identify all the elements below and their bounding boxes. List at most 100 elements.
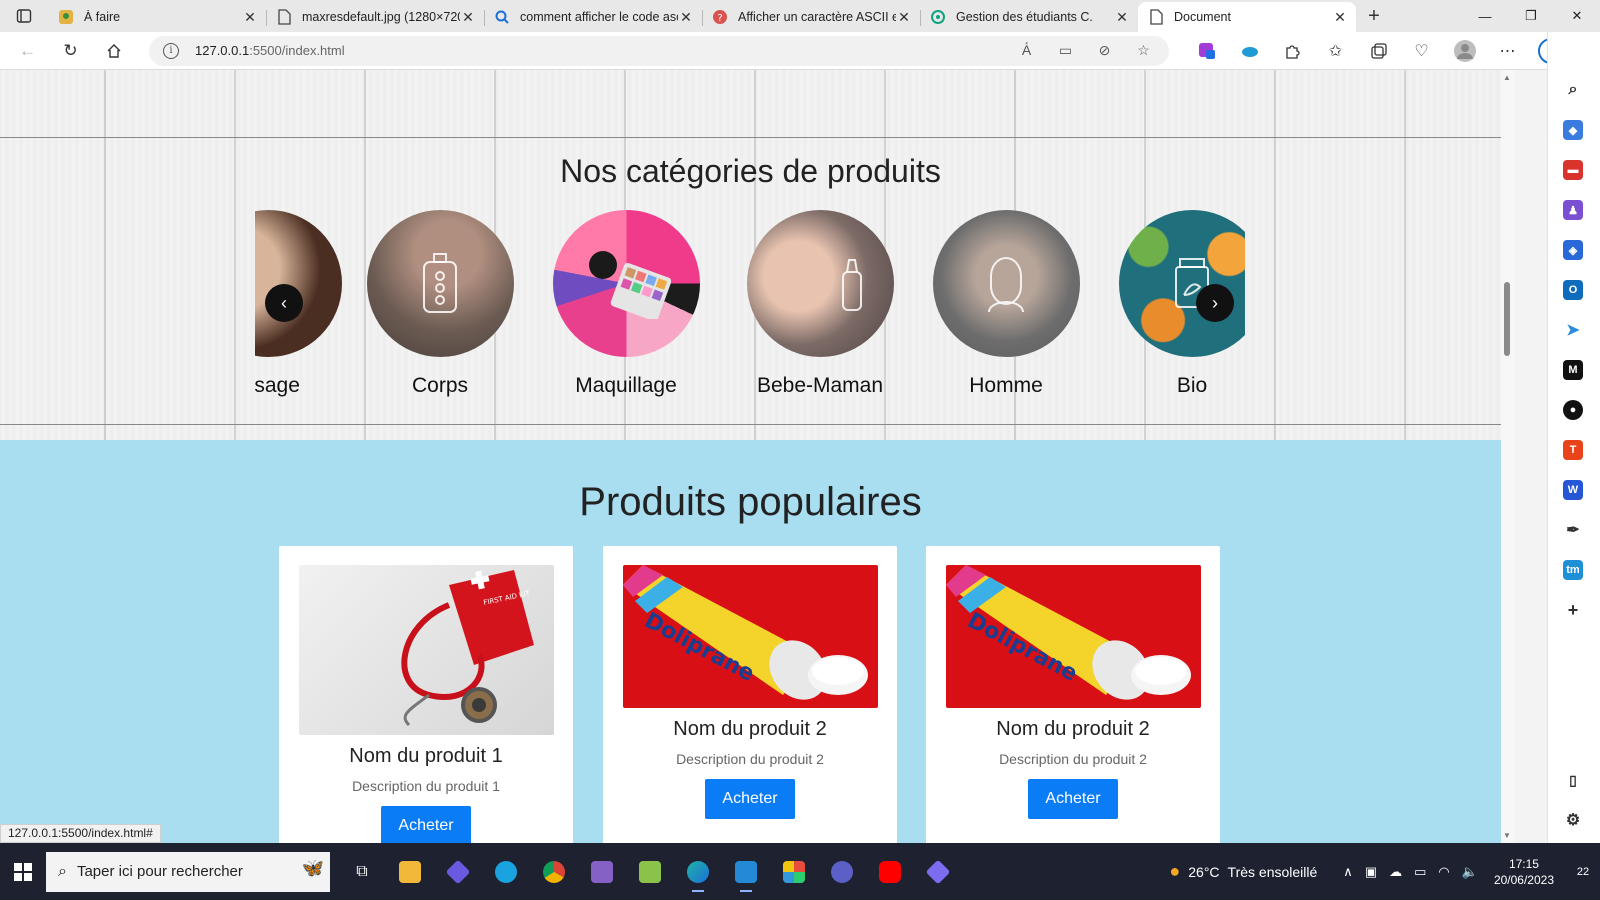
home-icon[interactable] — [92, 35, 135, 67]
edge-icon[interactable] — [674, 850, 722, 894]
category-corps[interactable]: Corps — [347, 210, 533, 398]
app-icon-6[interactable] — [914, 850, 962, 894]
search-icon[interactable]: ⌕ — [1563, 80, 1583, 100]
categories-carousel: Visage Corps Maquillage Bebe-Maman — [255, 206, 1245, 406]
tools-briefcase-icon[interactable]: ▬ — [1563, 160, 1583, 180]
medium-icon[interactable]: M — [1563, 360, 1583, 380]
category-homme[interactable]: Homme — [913, 210, 1099, 398]
site-info-icon[interactable]: i — [163, 42, 179, 59]
minimize-icon[interactable]: — — [1462, 0, 1508, 32]
send-icon[interactable]: ➤ — [1563, 320, 1583, 340]
start-button[interactable] — [0, 852, 46, 892]
onedrive-icon[interactable]: ☁ — [1389, 864, 1402, 880]
battery-icon[interactable]: ▭ — [1414, 864, 1426, 880]
page-icon — [1148, 9, 1164, 25]
buy-button[interactable]: Acheter — [705, 779, 795, 819]
w-app-icon[interactable]: W — [1563, 480, 1583, 500]
tab-image[interactable]: maxresdefault.jpg (1280×720) ✕ — [266, 2, 484, 32]
carousel-prev-button[interactable]: ‹ — [265, 284, 303, 322]
back-icon[interactable]: ← — [6, 35, 49, 67]
close-tab-icon[interactable]: ✕ — [460, 9, 476, 26]
github-icon[interactable]: ● — [1563, 400, 1583, 420]
extension-cloud-icon[interactable] — [1228, 35, 1271, 67]
extension-copilot-icon[interactable] — [1185, 35, 1228, 67]
address-url[interactable]: 127.0.0.1:5500/index.html — [195, 43, 345, 58]
task-view-icon[interactable]: ⧉ — [338, 850, 386, 894]
add-icon[interactable]: + — [1563, 600, 1583, 620]
maximize-icon[interactable]: ❐ — [1508, 0, 1554, 32]
product-name: Nom du produit 2 — [673, 718, 827, 740]
close-tab-icon[interactable]: ✕ — [678, 9, 694, 26]
wifi-icon[interactable]: ◠ — [1438, 864, 1449, 880]
close-window-icon[interactable]: ✕ — [1554, 0, 1600, 32]
microsoft365-icon[interactable]: ◈ — [1563, 240, 1583, 260]
scrollbar-thumb[interactable] — [1504, 282, 1510, 356]
svg-text:?: ? — [717, 13, 722, 24]
category-maquillage[interactable]: Maquillage — [533, 210, 719, 398]
device-icon[interactable]: ▣ — [1365, 864, 1377, 880]
app-icon-4[interactable] — [770, 850, 818, 894]
scroll-up-icon[interactable]: ▲ — [1503, 73, 1511, 82]
collections-icon[interactable] — [1357, 35, 1400, 67]
chrome-icon[interactable] — [530, 850, 578, 894]
t-app-icon[interactable]: T — [1563, 440, 1583, 460]
close-tab-icon[interactable]: ✕ — [242, 9, 258, 26]
app-icon-1[interactable] — [434, 850, 482, 894]
profile-avatar[interactable] — [1443, 35, 1486, 67]
settings-more-icon[interactable]: ⋯ — [1486, 35, 1529, 67]
clock[interactable]: 17:15 20/06/2023 — [1494, 856, 1554, 888]
category-bebe-maman[interactable]: Bebe-Maman — [727, 210, 913, 398]
address-bar[interactable]: i 127.0.0.1:5500/index.html A᷾ ▭ ⊘ ☆ — [149, 35, 1169, 66]
scroll-down-icon[interactable]: ▼ — [1503, 831, 1511, 840]
outlook-icon[interactable]: O — [1563, 280, 1583, 300]
close-tab-icon[interactable]: ✕ — [1114, 9, 1130, 26]
windows-logo-icon — [14, 862, 32, 881]
app-icon-5[interactable] — [818, 850, 866, 894]
search-icon: ⌕ — [58, 862, 67, 880]
favorites-icon[interactable]: ✩ — [1314, 35, 1357, 67]
chatgpt-icon — [930, 9, 946, 25]
tab-ascii[interactable]: ? Afficher un caractère ASCII en ✕ — [702, 2, 920, 32]
product-description: Description du produit 1 — [352, 778, 500, 794]
visual-studio-icon[interactable] — [578, 850, 626, 894]
carousel-next-button[interactable]: › — [1196, 284, 1234, 322]
app-icon-2[interactable] — [482, 850, 530, 894]
close-tab-icon[interactable]: ✕ — [1332, 9, 1348, 26]
sidebar-toggle-icon[interactable]: ▯ — [1563, 770, 1583, 790]
reader-view-icon[interactable]: ▭ — [1046, 42, 1085, 59]
games-icon[interactable]: ♟ — [1563, 200, 1583, 220]
tab-actions-button[interactable] — [0, 0, 48, 32]
doliprane-tube-image: Doliprane — [622, 565, 868, 700]
tracking-prevention-icon[interactable]: ⊘ — [1085, 42, 1124, 59]
close-tab-icon[interactable]: ✕ — [896, 9, 912, 26]
notifications-button[interactable]: 22 — [1566, 857, 1600, 887]
category-label: Bebe-Maman — [756, 374, 884, 397]
buy-button[interactable]: Acheter — [381, 806, 471, 843]
favorite-star-icon[interactable]: ☆ — [1124, 42, 1163, 59]
gear-icon[interactable]: ⚙ — [1563, 810, 1583, 830]
tab-chatgpt[interactable]: Gestion des étudiants C. ✕ — [920, 2, 1138, 32]
new-tab-button[interactable]: + — [1356, 0, 1392, 32]
tab-document[interactable]: Document ✕ — [1138, 2, 1356, 32]
youtube-icon[interactable] — [866, 850, 914, 894]
app-icon-3[interactable] — [626, 850, 674, 894]
file-explorer-icon[interactable] — [386, 850, 434, 894]
page-scrollbar[interactable]: ▲ ▼ — [1501, 70, 1515, 843]
taskbar-search[interactable]: ⌕ Taper ici pour rechercher 🦋 — [46, 851, 330, 892]
extensions-puzzle-icon[interactable] — [1271, 35, 1314, 67]
read-aloud-icon[interactable]: A᷾ — [1007, 42, 1046, 59]
shopping-tag-icon[interactable]: ◆ — [1563, 120, 1583, 140]
buy-button[interactable]: Acheter — [1028, 779, 1118, 819]
weather-widget[interactable]: ● 26°C Très ensoleillé — [1169, 861, 1317, 882]
tab-search[interactable]: comment afficher le code ascii ✕ — [484, 2, 702, 32]
refresh-icon[interactable]: ↻ — [49, 35, 92, 67]
tab-todo[interactable]: À faire ✕ — [48, 2, 266, 32]
volume-icon[interactable]: 🔈 — [1462, 864, 1478, 880]
chevron-up-icon[interactable]: ∧ — [1343, 864, 1353, 880]
tab-title: Afficher un caractère ASCII en — [738, 10, 896, 24]
browser-essentials-icon[interactable]: ♡ — [1400, 35, 1443, 67]
vscode-icon[interactable] — [722, 850, 770, 894]
butterfly-icon: 🦋 — [301, 857, 324, 878]
pen-icon[interactable]: ✒ — [1563, 520, 1583, 540]
tm-app-icon[interactable]: tm — [1563, 560, 1583, 580]
